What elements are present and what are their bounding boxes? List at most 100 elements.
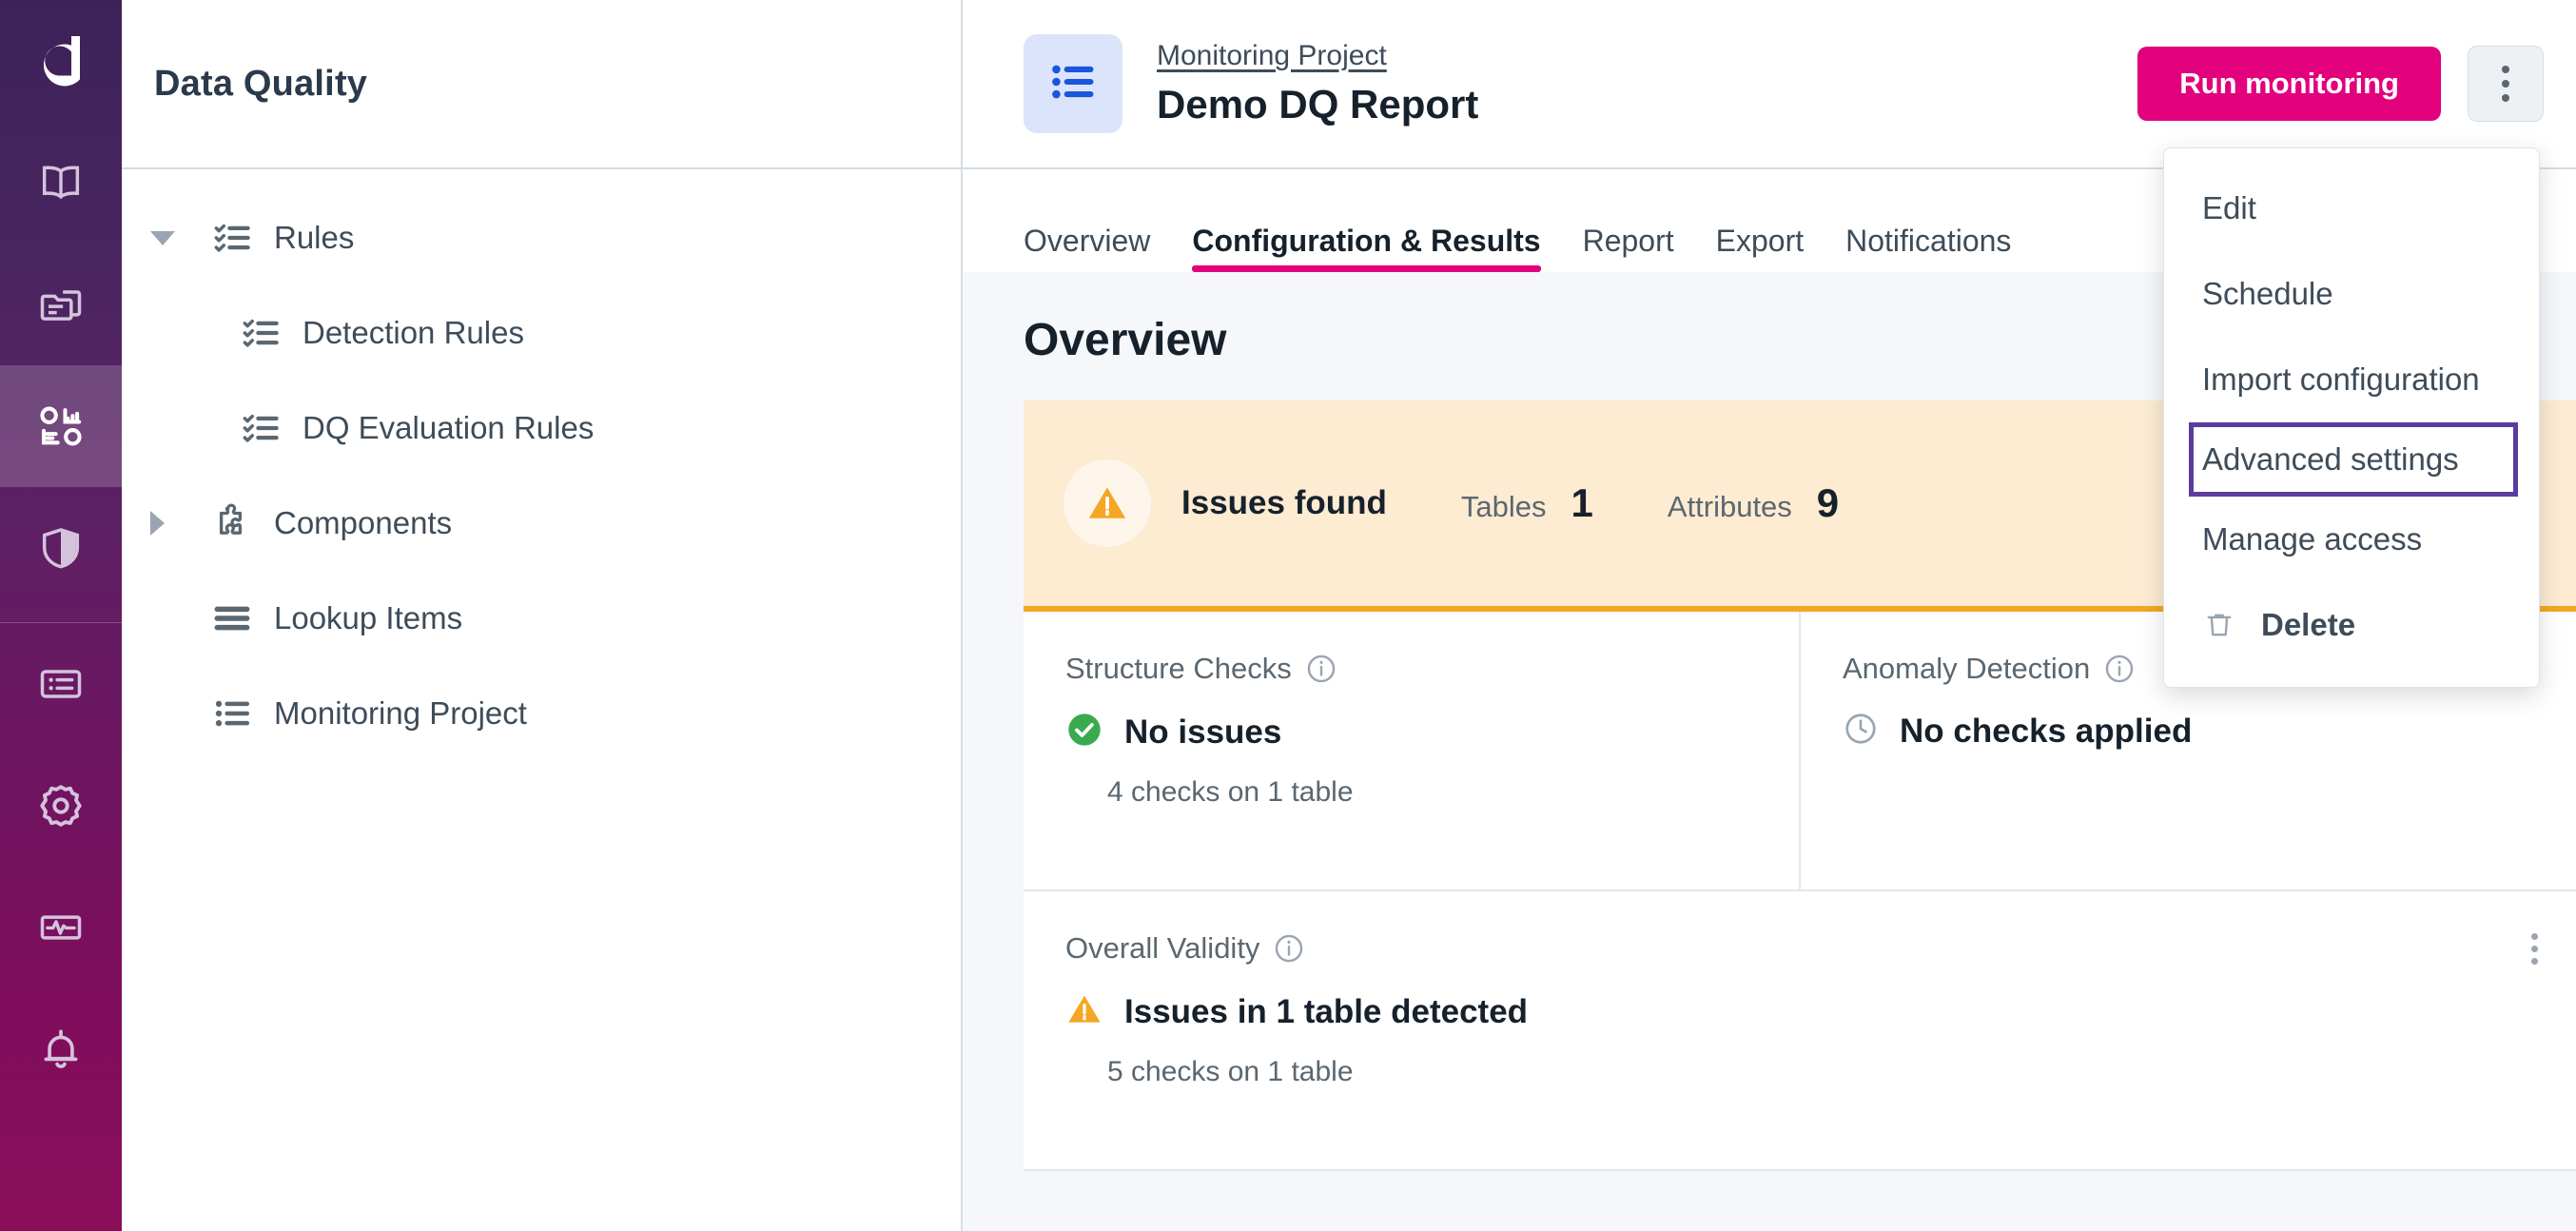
warning-triangle-icon: [1065, 990, 1103, 1033]
sidebar-item-monitoring-project[interactable]: Monitoring Project: [122, 666, 961, 761]
menu-item-schedule[interactable]: Schedule: [2164, 251, 2539, 337]
card-header: Overall Validity: [1065, 931, 2534, 966]
card-status: Issues in 1 table detected: [1065, 990, 2534, 1033]
tab-configuration-and-results[interactable]: Configuration & Results: [1171, 224, 1561, 272]
sidebar-item-components[interactable]: Components: [122, 476, 961, 571]
page-kebab-menu-button[interactable]: [2468, 46, 2544, 122]
card-title: Anomaly Detection: [1843, 652, 2091, 685]
tab-export[interactable]: Export: [1695, 224, 1825, 272]
stat-value: 1: [1571, 480, 1593, 525]
rail-item-settings[interactable]: [0, 745, 122, 867]
card-overall-validity: Overall Validity Issues in 1 table detec…: [1024, 891, 2576, 1169]
card-kebab-menu-button[interactable]: [2531, 933, 2538, 965]
sidebar-item-label: Rules: [274, 220, 355, 255]
page-header-actions: Run monitoring: [2137, 46, 2544, 122]
banner-title: Issues found: [1181, 484, 1387, 521]
checklist-icon: [234, 408, 287, 448]
checklist-icon: [205, 218, 259, 258]
tab-overview[interactable]: Overview: [1003, 224, 1171, 272]
kebab-dot: [2531, 933, 2538, 940]
page-header: Monitoring Project Demo DQ Report Run mo…: [963, 0, 2576, 169]
card-title: Overall Validity: [1065, 931, 1260, 965]
gear-icon: [35, 780, 87, 831]
card-row-overall-validity: Overall Validity Issues in 1 table detec…: [1024, 891, 2576, 1171]
sidebar-item-label: Monitoring Project: [274, 695, 527, 731]
kebab-dot: [2531, 958, 2538, 965]
menu-item-import-configuration[interactable]: Import configuration: [2164, 337, 2539, 422]
folder-document-icon: [36, 280, 86, 329]
card-status-text: Issues in 1 table detected: [1124, 992, 1529, 1030]
rail-item-knowledge-catalog[interactable]: [0, 122, 122, 244]
sidebar-item-lookup-items[interactable]: Lookup Items: [122, 571, 961, 666]
breadcrumb[interactable]: Monitoring Project: [1157, 40, 1478, 72]
menu-item-manage-access[interactable]: Manage access: [2164, 497, 2539, 582]
stat-label: Tables: [1460, 490, 1547, 523]
rail-item-monitoring[interactable]: [0, 867, 122, 988]
kebab-dot: [2502, 66, 2509, 73]
rail-item-sources[interactable]: [0, 244, 122, 365]
card-subtext: 5 checks on 1 table: [1107, 1056, 1354, 1087]
stat-label: Attributes: [1667, 490, 1792, 523]
menu-item-delete[interactable]: Delete: [2164, 582, 2539, 668]
list-panel-icon: [36, 659, 86, 709]
page-title: Demo DQ Report: [1157, 82, 1479, 127]
bell-icon: [36, 1025, 86, 1074]
info-icon[interactable]: [1305, 653, 1337, 685]
trash-icon: [2202, 608, 2236, 642]
primary-nav-rail: [0, 0, 122, 1231]
rail-item-governance[interactable]: [0, 487, 122, 609]
bullet-list-icon: [1047, 56, 1099, 112]
card-status: No checks applied: [1843, 711, 2534, 752]
kebab-dot: [2531, 946, 2538, 952]
expander-right-icon[interactable]: [150, 511, 205, 536]
card-status: No issues: [1065, 711, 1757, 753]
rail-item-notifications[interactable]: [0, 988, 122, 1110]
sidebar-item-label: Detection Rules: [302, 315, 524, 350]
card-subtext: 4 checks on 1 table: [1107, 776, 1354, 808]
ataccama-logo[interactable]: [0, 0, 122, 122]
stat-value: 9: [1816, 480, 1840, 525]
expander-down-icon[interactable]: [150, 230, 205, 245]
menu-item-label: Delete: [2261, 607, 2356, 642]
data-quality-icon: [35, 401, 87, 452]
project-badge: [1024, 34, 1122, 133]
sidebar-item-dq-evaluation-rules[interactable]: DQ Evaluation Rules: [122, 381, 961, 476]
kebab-dot: [2502, 94, 2509, 102]
tab-notifications[interactable]: Notifications: [1825, 224, 2032, 272]
page-actions-dropdown-menu: Edit Schedule Import configuration Advan…: [2163, 147, 2540, 688]
sidebar-item-label: Components: [274, 505, 453, 540]
rail-item-data-quality[interactable]: [0, 365, 122, 487]
card-title: Structure Checks: [1065, 652, 1292, 685]
menu-item-edit[interactable]: Edit: [2164, 166, 2539, 251]
monitor-pulse-icon: [36, 903, 86, 952]
sidebar-item-label: Lookup Items: [274, 600, 463, 635]
stat-attributes: Attributes 9: [1668, 480, 1839, 526]
book-icon: [36, 158, 86, 207]
bullet-list-icon: [205, 694, 259, 733]
tab-report[interactable]: Report: [1562, 224, 1695, 272]
clock-icon: [1843, 711, 1879, 752]
rail-item-tasks[interactable]: [0, 623, 122, 745]
check-circle-icon: [1065, 711, 1103, 753]
stat-tables: Tables 1: [1461, 480, 1593, 526]
checklist-icon: [234, 313, 287, 353]
card-status-text: No checks applied: [1900, 712, 2193, 750]
info-icon[interactable]: [2103, 653, 2136, 685]
sidebar-tree: Rules Detection Rules DQ Evaluation Rule…: [122, 169, 961, 761]
sidebar-item-rules[interactable]: Rules: [122, 190, 961, 285]
data-quality-sidebar: Data Quality Rules Detection Rules DQ Ev…: [122, 0, 963, 1231]
kebab-dot: [2502, 80, 2509, 88]
run-monitoring-button[interactable]: Run monitoring: [2137, 47, 2441, 121]
lines-icon: [205, 598, 259, 638]
puzzle-icon: [205, 503, 259, 543]
shield-icon: [36, 523, 86, 573]
page-title-block: Monitoring Project Demo DQ Report: [1157, 40, 1478, 127]
info-icon[interactable]: [1273, 932, 1305, 965]
menu-item-advanced-settings[interactable]: Advanced settings: [2189, 422, 2518, 497]
sidebar-item-detection-rules[interactable]: Detection Rules: [122, 285, 961, 381]
sidebar-header: Data Quality: [122, 0, 961, 169]
card-status-text: No issues: [1124, 713, 1282, 751]
card-header: Structure Checks: [1065, 652, 1757, 686]
sidebar-item-label: DQ Evaluation Rules: [302, 410, 595, 445]
card-structure-checks: Structure Checks No issues 4 checks on 1…: [1024, 612, 1799, 889]
